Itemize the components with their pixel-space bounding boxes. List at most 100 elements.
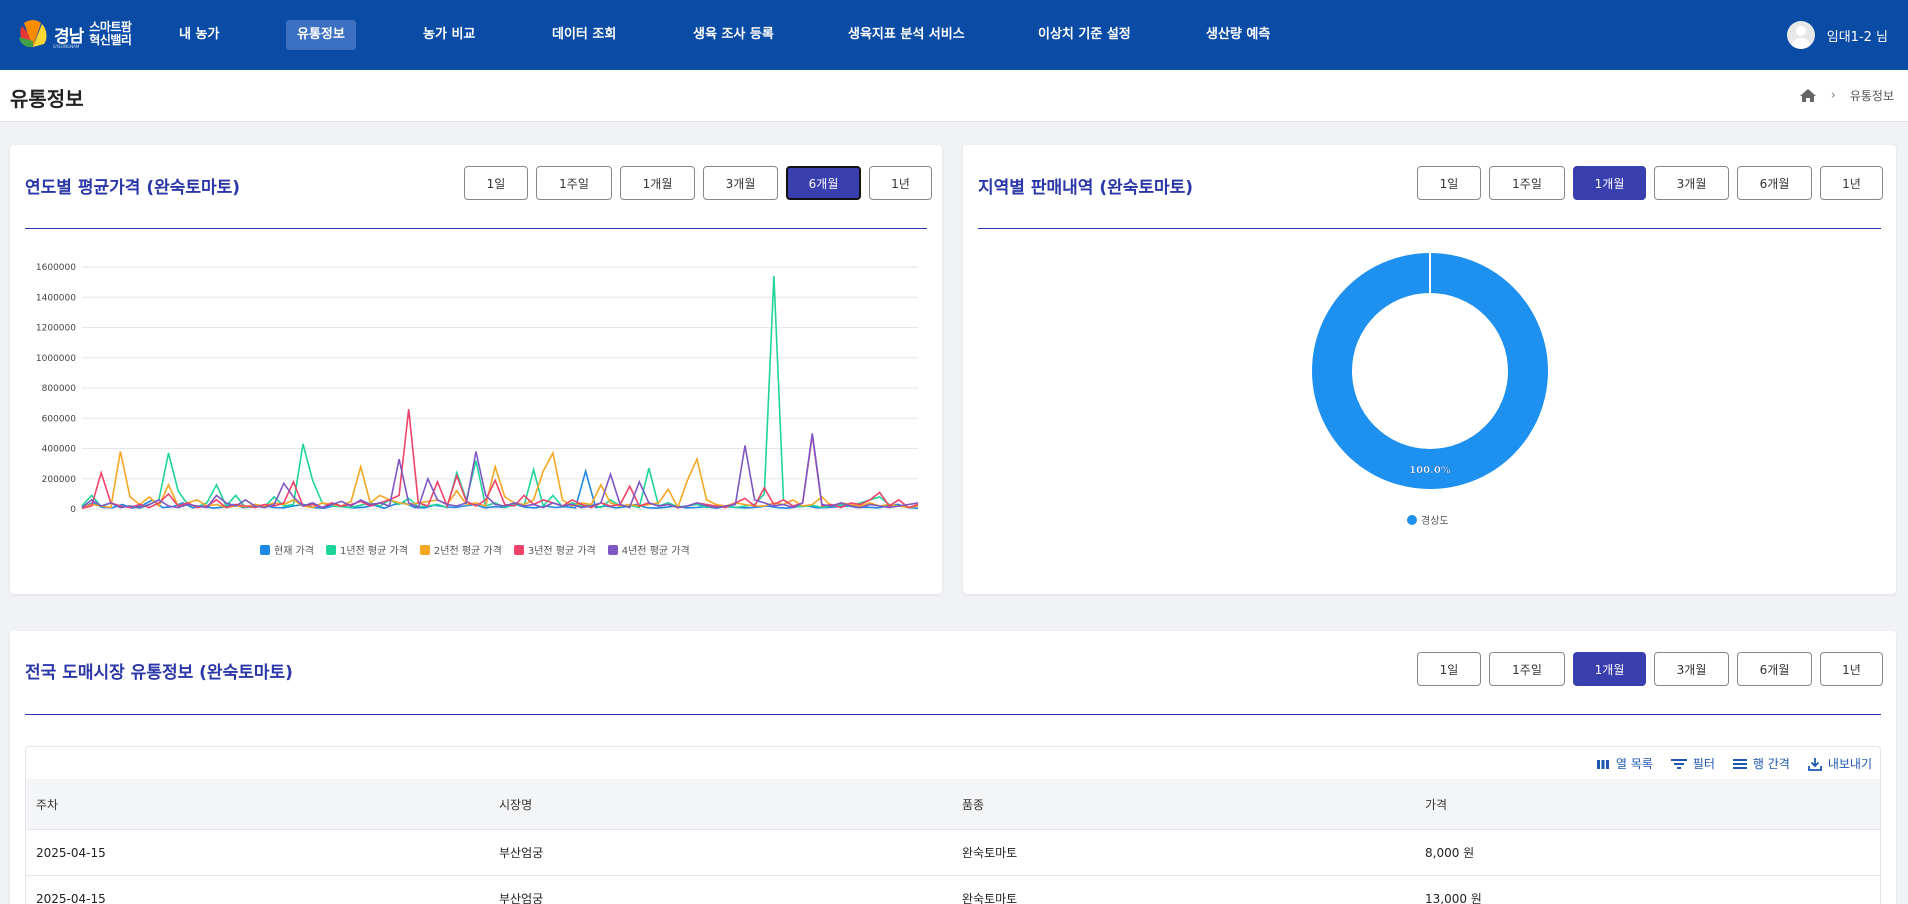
price-chart-card: 연도별 평균가격 (완숙토마토) 1일 1주일 1개월 3개월 6개월 1년 0… (10, 145, 942, 594)
breadcrumb-current: 유통정보 (1849, 89, 1894, 103)
brand-sub: GYEONGNAM (53, 44, 80, 49)
region-period-1w[interactable]: 1주일 (1489, 166, 1565, 200)
donut-slice-0[interactable] (1312, 253, 1548, 489)
column-header-price[interactable]: 가격 (1415, 796, 1878, 813)
market-period-1y[interactable]: 1년 (1820, 652, 1883, 686)
export-label: 내보내기 (1827, 757, 1872, 771)
user-menu[interactable]: 임대1-2 님 (1786, 21, 1888, 49)
cell-market: 부산엄궁 (499, 892, 544, 904)
legend-swatch (607, 544, 618, 555)
column-header-variety[interactable]: 품종 (952, 796, 1415, 813)
filter-button[interactable]: 필터 (1670, 755, 1715, 772)
brand-name-b-line2: 혁신밸리 (89, 33, 132, 47)
page-title: 유통정보 (10, 87, 84, 111)
column-header-week[interactable]: 주차 (26, 796, 489, 813)
y-tick-label: 800000 (42, 384, 77, 394)
columns-button[interactable]: 열 목록 (1596, 755, 1653, 772)
region-period-6m[interactable]: 6개월 (1737, 166, 1812, 200)
market-card-title: 전국 도매시장 유통정보 (완숙토마토) (25, 663, 293, 683)
price-period-buttons: 1일 1주일 1개월 3개월 6개월 1년 (464, 166, 932, 200)
y-tick-label: 1600000 (36, 263, 76, 273)
legend-swatch (260, 544, 270, 555)
y-tick-label: 400000 (42, 445, 77, 455)
price-card-divider (25, 228, 927, 229)
market-table-card: 전국 도매시장 유통정보 (완숙토마토) 1일 1주일 1개월 3개월 6개월 … (10, 631, 1896, 904)
columns-label: 열 목록 (1615, 757, 1653, 771)
legend-label: 경상도 (1421, 516, 1449, 527)
columns-icon (1596, 759, 1609, 769)
price-period-1w[interactable]: 1주일 (536, 166, 612, 200)
legend-label: 3년전 평균 가격 (527, 546, 596, 557)
price-period-3m[interactable]: 3개월 (703, 166, 778, 200)
market-period-buttons: 1일 1주일 1개월 3개월 6개월 1년 (1417, 652, 1883, 686)
region-donut-chart: 100.0% (1312, 253, 1548, 489)
chevron-right-icon: › (1830, 88, 1836, 103)
market-period-6m[interactable]: 6개월 (1737, 652, 1812, 686)
legend-item-4[interactable]: 4년전 평균 가격 (607, 542, 690, 557)
region-period-buttons: 1일 1주일 1개월 3개월 6개월 1년 (1417, 166, 1883, 200)
home-icon[interactable] (1799, 88, 1817, 103)
legend-item-0[interactable]: 현재 가격 (260, 542, 314, 557)
filter-label: 필터 (1692, 757, 1715, 771)
price-period-1m[interactable]: 1개월 (620, 166, 695, 200)
y-tick-label: 0 (70, 505, 76, 515)
title-bar: 유통정보 › 유통정보 (0, 70, 1908, 122)
region-period-1y[interactable]: 1년 (1820, 166, 1883, 200)
export-button[interactable]: 내보내기 (1807, 755, 1872, 772)
series-line-4 (81, 433, 919, 509)
nav-item-data-query[interactable]: 데이터 조회 (541, 20, 627, 50)
cell-price: 13,000 원 (1425, 892, 1482, 904)
donut-data-label: 100.0% (1409, 465, 1451, 476)
y-tick-label: 600000 (42, 414, 77, 424)
legend-item-gyeongsang[interactable]: 경상도 (1407, 512, 1449, 527)
nav-item-yield-forecast[interactable]: 생산량 예측 (1195, 20, 1281, 50)
legend-swatch (419, 544, 430, 555)
y-tick-label: 200000 (42, 475, 77, 485)
brand-name-a: 경남 (54, 26, 84, 47)
y-tick-label: 1000000 (36, 354, 76, 364)
legend-item-2[interactable]: 2년전 평균 가격 (419, 542, 502, 557)
price-period-1y[interactable]: 1년 (869, 166, 932, 200)
table-row[interactable]: 2025-04-15 부산엄궁 완숙토마토 13,000 원 (26, 875, 1880, 904)
legend-label: 2년전 평균 가격 (433, 546, 502, 557)
nav-item-farm-compare[interactable]: 농가 비교 (412, 20, 486, 50)
market-period-3m[interactable]: 3개월 (1654, 652, 1729, 686)
user-name: 임대1-2 님 (1826, 29, 1888, 45)
market-period-1w[interactable]: 1주일 (1489, 652, 1565, 686)
region-card-divider (978, 228, 1881, 229)
legend-label: 현재 가격 (274, 546, 314, 557)
column-header-market[interactable]: 시장명 (489, 796, 952, 813)
download-icon (1807, 757, 1822, 771)
region-period-1m[interactable]: 1개월 (1573, 166, 1646, 200)
avatar[interactable] (1786, 21, 1815, 49)
cell-week: 2025-04-15 (36, 891, 106, 904)
grid-toolbar: 열 목록 필터 행 간격 내보내기 (1596, 755, 1872, 772)
market-period-1m[interactable]: 1개월 (1573, 652, 1646, 686)
nav-item-my-farm[interactable]: 내 농가 (168, 20, 230, 50)
table-header: 주차 시장명 품종 가격 (26, 779, 1880, 829)
region-period-1d[interactable]: 1일 (1417, 166, 1481, 200)
nav-item-outlier-settings[interactable]: 이상치 기준 설정 (1027, 20, 1142, 50)
nav-item-distribution[interactable]: 유통정보 (286, 20, 356, 50)
brand-logo[interactable]: 경남 스마트팜 혁신밸리 GYEONGNAM (16, 17, 132, 51)
market-card-divider (25, 714, 1881, 715)
table-row[interactable]: 2025-04-15 부산엄궁 완숙토마토 8,000 원 (26, 829, 1880, 875)
legend-item-3[interactable]: 3년전 평균 가격 (513, 542, 596, 557)
cell-variety: 완숙토마토 (962, 892, 1018, 904)
series-line-1 (81, 276, 919, 510)
density-button[interactable]: 행 간격 (1732, 755, 1790, 772)
breadcrumb: › 유통정보 (1799, 87, 1894, 104)
nav-item-growth-analysis[interactable]: 생육지표 분석 서비스 (837, 20, 976, 50)
price-chart-legend: 현재 가격 1년전 평균 가격 2년전 평균 가격 3년전 평균 가격 4년전 평균 가… (260, 542, 690, 557)
market-period-1d[interactable]: 1일 (1417, 652, 1481, 686)
price-period-6m[interactable]: 6개월 (786, 166, 861, 200)
legend-item-1[interactable]: 1년전 평균 가격 (325, 542, 408, 557)
nav-item-growth-survey[interactable]: 생육 조사 등록 (682, 20, 785, 50)
region-chart-legend: 경상도 (1407, 512, 1449, 527)
price-period-1d[interactable]: 1일 (464, 166, 528, 200)
density-label: 행 간격 (1752, 757, 1790, 771)
region-period-3m[interactable]: 3개월 (1654, 166, 1729, 200)
legend-swatch (325, 544, 336, 555)
y-tick-label: 1200000 (36, 324, 76, 334)
brand-name-b: 스마트팜 혁신밸리 (89, 21, 132, 47)
